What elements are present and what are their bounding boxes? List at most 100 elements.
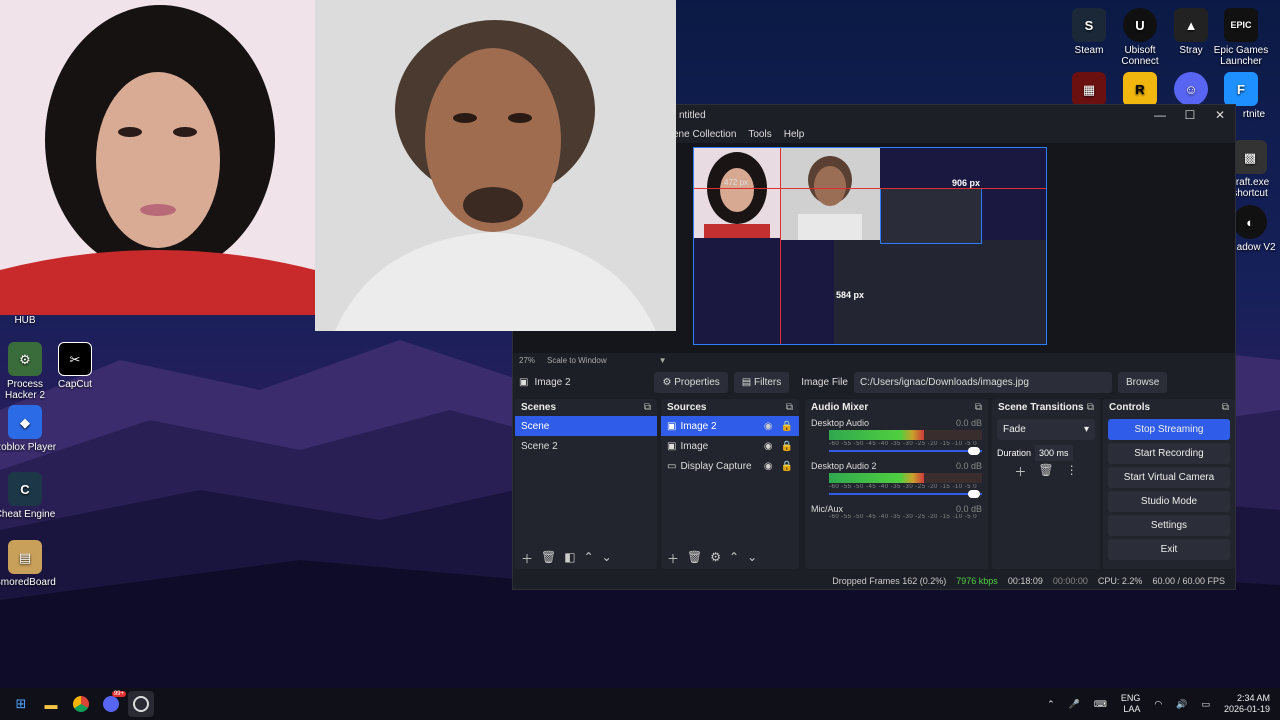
discord-icon: ☺ (1174, 72, 1208, 106)
clock[interactable]: 2:34 AM 2026-01-19 (1224, 693, 1270, 715)
duration-field[interactable]: 300 ms (1035, 445, 1073, 461)
stray-icon: ▲ (1174, 8, 1208, 42)
lock-icon[interactable]: 🔒 (781, 461, 793, 472)
transition-select[interactable]: Fade ▾ (997, 419, 1095, 440)
small-size-label: 472 px (724, 178, 749, 187)
window-title: ntitled (679, 109, 706, 121)
desktop-icon-hub[interactable]: HUB (0, 315, 60, 326)
add-icon[interactable]: ＋ (521, 550, 533, 567)
stop-streaming-button[interactable]: Stop Streaming (1108, 419, 1230, 440)
chevron-up-icon[interactable]: ⌃ (1047, 699, 1055, 710)
mixer-title: Audio Mixer (811, 402, 869, 413)
desktop-icon-roblox[interactable]: ◆ Roblox Player (0, 405, 60, 453)
scene-item[interactable]: Scene 2 (515, 436, 657, 456)
preview-nested (880, 188, 982, 244)
language-indicator[interactable]: ENG LAA (1121, 693, 1141, 715)
source-item[interactable]: ▣ Image ◉ 🔒 (661, 436, 799, 456)
add-icon[interactable]: ＋ (1014, 463, 1026, 480)
eye-icon[interactable]: ◉ (764, 461, 773, 472)
browse-button[interactable]: Browse (1117, 371, 1168, 393)
source-toolbar: ▣ Image 2 ⚙ Properties ▤ Filters Image F… (513, 369, 1235, 395)
filters-button[interactable]: ▤ Filters (733, 371, 790, 393)
chevron-down-icon[interactable]: ▼ (659, 356, 667, 365)
settings-button[interactable]: Settings (1108, 515, 1230, 536)
fps: 60.00 / 60.00 FPS (1152, 576, 1225, 586)
gear-icon[interactable]: ⚙ (710, 550, 721, 567)
start-button[interactable]: ⊞ (8, 691, 34, 717)
menu-tools[interactable]: Tools (748, 129, 771, 140)
menu-scene-collection[interactable]: ene Collection (673, 129, 736, 140)
keyboard-icon[interactable]: ⌨ (1094, 699, 1107, 710)
start-recording-button[interactable]: Start Recording (1108, 443, 1230, 464)
controls-title: Controls (1109, 402, 1151, 413)
menu-help[interactable]: Help (784, 129, 805, 140)
source-item[interactable]: ▣ Image 2 ◉ 🔒 (661, 416, 799, 436)
studio-mode-button[interactable]: Studio Mode (1108, 491, 1230, 512)
mixer-channel: Desktop Audio 0.0 dB -60 -55 -50 -45 -40 … (805, 416, 988, 459)
steam-icon: S (1072, 8, 1106, 42)
game-icon: ▦ (1072, 72, 1106, 106)
add-icon[interactable]: ＋ (667, 550, 679, 567)
battery-icon[interactable]: ▭ (1201, 699, 1210, 710)
trash-icon[interactable]: 🗑 (541, 550, 556, 567)
eye-icon[interactable]: ◉ (764, 441, 773, 452)
chrome-icon[interactable] (68, 691, 94, 717)
image-path-field[interactable]: C:/Users/ignac/Downloads/images.jpg (853, 371, 1112, 393)
desktop-icon-smoredboard[interactable]: ▤ SmoredBoard (0, 540, 60, 588)
up-icon[interactable]: ⌃ (584, 550, 594, 567)
more-icon[interactable]: ⋮ (1066, 463, 1078, 480)
file-explorer-icon[interactable]: ▬ (38, 691, 64, 717)
source-item[interactable]: ▭ Display Capture ◉ 🔒 (661, 456, 799, 476)
down-icon[interactable]: ⌄ (602, 550, 612, 567)
maximize-button[interactable]: ☐ (1175, 105, 1205, 125)
popout-icon[interactable]: ⧉ (1222, 402, 1229, 413)
properties-button[interactable]: ⚙ Properties (654, 371, 728, 393)
fortnite-icon: F (1224, 72, 1258, 106)
volume-meter (829, 473, 982, 483)
trash-icon[interactable]: 🗑 (1038, 463, 1053, 480)
popout-icon[interactable]: ⧉ (975, 402, 982, 413)
discord-taskbar-icon[interactable]: 99+ (98, 691, 126, 717)
popout-icon[interactable]: ⧉ (786, 402, 793, 413)
up-icon[interactable]: ⌃ (729, 550, 739, 567)
status-bar: Dropped Frames 162 (0.2%) 7976 kbps 00:1… (513, 573, 1235, 589)
transitions-dock: Scene Transitions ⧉ Fade ▾ Duration 300 ms… (992, 399, 1100, 569)
photo-man (315, 0, 676, 331)
start-virtual-camera-button[interactable]: Start Virtual Camera (1108, 467, 1230, 488)
scenes-title: Scenes (521, 402, 557, 413)
volume-icon[interactable]: 🔊 (1176, 699, 1187, 710)
desktop-icon-cheat-engine[interactable]: C Cheat Engine (0, 472, 60, 520)
down-icon[interactable]: ⌄ (747, 550, 757, 567)
rockstar-icon: R (1123, 72, 1157, 106)
desktop-icon-capcut[interactable]: ✂ CapCut (40, 342, 110, 390)
close-button[interactable]: ✕ (1205, 105, 1235, 125)
roblox-icon: ◆ (8, 405, 42, 439)
image-source-icon: ▣ (519, 376, 529, 388)
obs-taskbar-icon[interactable] (128, 691, 154, 717)
exit-button[interactable]: Exit (1108, 539, 1230, 560)
lock-icon[interactable]: 🔒 (781, 441, 793, 452)
height-label: 584 px (836, 290, 865, 300)
lock-icon[interactable]: 🔒 (781, 421, 793, 432)
volume-slider[interactable] (829, 490, 982, 498)
scene-item[interactable]: Scene (515, 416, 657, 436)
filter-icon[interactable]: ◧ (564, 550, 575, 567)
scene-preview[interactable]: 906 px 584 px 472 px (693, 147, 1047, 345)
taskbar: ⊞ ▬ 99+ ⌃ 🎤 ⌨ ENG LAA ◠ 🔊 ▭ 2:34 AM 2026-0… (0, 688, 1280, 720)
eye-icon[interactable]: ◉ (764, 421, 773, 432)
smoredboard-icon: ▤ (8, 540, 42, 574)
trash-icon[interactable]: 🗑 (687, 550, 702, 567)
volume-slider[interactable] (829, 447, 982, 455)
minimize-button[interactable]: — (1145, 105, 1175, 125)
popout-icon[interactable]: ⧉ (644, 402, 651, 413)
sources-title: Sources (667, 402, 707, 413)
wifi-icon[interactable]: ◠ (1154, 699, 1162, 710)
width-label: 906 px (952, 178, 981, 188)
zoom-mode[interactable]: Scale to Window (547, 356, 607, 365)
popout-icon[interactable]: ⧉ (1087, 402, 1094, 413)
desktop-icon-epic[interactable]: EPIC Epic Games Launcher (1206, 8, 1276, 67)
discord-badge: 99+ (111, 691, 126, 697)
zoom-percent: 27% (519, 355, 536, 365)
microphone-icon[interactable]: 🎤 (1069, 699, 1080, 710)
preview-image-a (694, 148, 780, 238)
